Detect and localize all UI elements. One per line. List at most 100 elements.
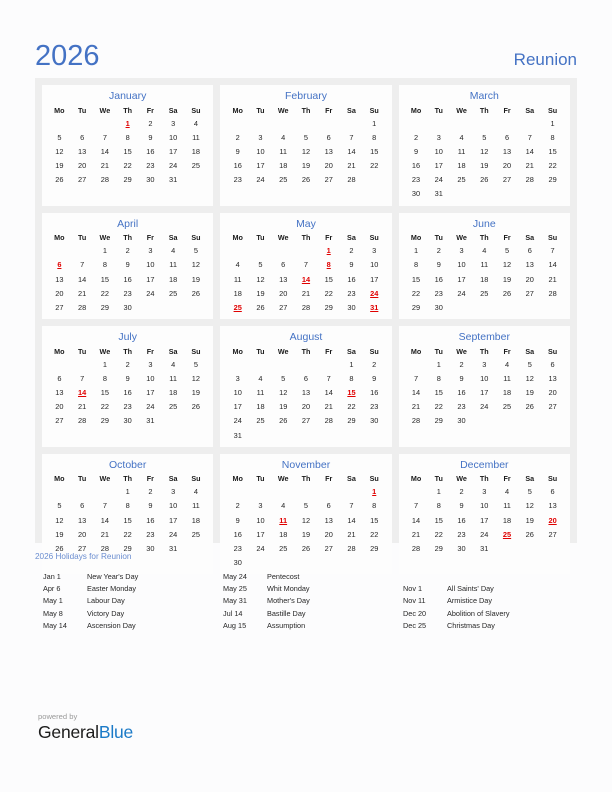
day-cell[interactable]: 25 xyxy=(185,528,208,542)
day-cell[interactable]: 8 xyxy=(427,372,450,386)
day-cell[interactable]: 14 xyxy=(94,514,117,528)
day-cell[interactable]: 5 xyxy=(518,358,541,372)
day-cell[interactable]: 17 xyxy=(162,514,185,528)
day-cell[interactable]: 23 xyxy=(427,287,450,301)
day-cell[interactable]: 18 xyxy=(272,159,295,173)
day-cell[interactable]: 2 xyxy=(405,131,428,145)
day-cell[interactable]: 2 xyxy=(116,244,139,258)
day-cell[interactable]: 31 xyxy=(162,542,185,556)
day-cell[interactable]: 20 xyxy=(272,287,295,301)
day-cell[interactable]: 14 xyxy=(405,386,428,400)
day-cell[interactable]: 7 xyxy=(340,131,363,145)
day-cell[interactable]: 23 xyxy=(139,528,162,542)
day-cell[interactable]: 19 xyxy=(185,386,208,400)
day-cell[interactable]: 26 xyxy=(295,542,318,556)
day-cell[interactable]: 25 xyxy=(272,542,295,556)
day-cell[interactable]: 28 xyxy=(317,414,340,428)
day-cell[interactable]: 1 xyxy=(427,485,450,499)
day-cell[interactable]: 20 xyxy=(518,273,541,287)
day-cell[interactable]: 10 xyxy=(473,372,496,386)
day-cell[interactable]: 2 xyxy=(340,244,363,258)
day-cell[interactable]: 1 xyxy=(363,117,386,131)
day-cell[interactable]: 5 xyxy=(518,485,541,499)
day-cell[interactable]: 4 xyxy=(185,485,208,499)
day-cell[interactable]: 13 xyxy=(71,145,94,159)
day-cell[interactable]: 15 xyxy=(94,273,117,287)
day-cell-holiday[interactable]: 31 xyxy=(363,301,386,315)
day-cell[interactable]: 8 xyxy=(363,131,386,145)
day-cell[interactable]: 27 xyxy=(541,400,564,414)
day-cell[interactable]: 2 xyxy=(363,358,386,372)
day-cell[interactable]: 30 xyxy=(450,414,473,428)
day-cell[interactable]: 13 xyxy=(496,145,519,159)
day-cell[interactable]: 1 xyxy=(116,485,139,499)
day-cell[interactable]: 28 xyxy=(340,173,363,187)
day-cell[interactable]: 21 xyxy=(518,159,541,173)
day-cell[interactable]: 27 xyxy=(295,414,318,428)
day-cell[interactable]: 30 xyxy=(116,414,139,428)
day-cell[interactable]: 19 xyxy=(496,273,519,287)
day-cell[interactable]: 14 xyxy=(340,514,363,528)
day-cell[interactable]: 11 xyxy=(496,499,519,513)
day-cell[interactable]: 17 xyxy=(162,145,185,159)
day-cell[interactable]: 23 xyxy=(116,400,139,414)
day-cell[interactable]: 27 xyxy=(541,528,564,542)
day-cell[interactable]: 25 xyxy=(272,173,295,187)
day-cell[interactable]: 15 xyxy=(116,145,139,159)
day-cell[interactable]: 30 xyxy=(226,556,249,570)
day-cell[interactable]: 3 xyxy=(427,131,450,145)
day-cell[interactable]: 24 xyxy=(473,400,496,414)
day-cell[interactable]: 4 xyxy=(249,372,272,386)
day-cell[interactable]: 21 xyxy=(71,287,94,301)
day-cell[interactable]: 14 xyxy=(518,145,541,159)
day-cell[interactable]: 19 xyxy=(518,386,541,400)
day-cell[interactable]: 26 xyxy=(518,528,541,542)
day-cell[interactable]: 17 xyxy=(363,273,386,287)
day-cell[interactable]: 6 xyxy=(496,131,519,145)
day-cell[interactable]: 27 xyxy=(518,287,541,301)
day-cell[interactable]: 11 xyxy=(226,273,249,287)
day-cell[interactable]: 2 xyxy=(450,485,473,499)
day-cell[interactable]: 26 xyxy=(272,414,295,428)
day-cell[interactable]: 14 xyxy=(541,258,564,272)
day-cell[interactable]: 11 xyxy=(496,372,519,386)
day-cell[interactable]: 19 xyxy=(185,273,208,287)
day-cell[interactable]: 16 xyxy=(340,273,363,287)
day-cell[interactable]: 18 xyxy=(272,528,295,542)
day-cell[interactable]: 3 xyxy=(450,244,473,258)
day-cell[interactable]: 28 xyxy=(71,301,94,315)
day-cell[interactable]: 5 xyxy=(48,499,71,513)
day-cell[interactable]: 13 xyxy=(272,273,295,287)
day-cell[interactable]: 27 xyxy=(317,542,340,556)
day-cell[interactable]: 29 xyxy=(363,542,386,556)
day-cell-holiday[interactable]: 1 xyxy=(363,485,386,499)
day-cell[interactable]: 22 xyxy=(427,400,450,414)
day-cell[interactable]: 7 xyxy=(94,499,117,513)
day-cell[interactable]: 28 xyxy=(518,173,541,187)
day-cell[interactable]: 22 xyxy=(427,528,450,542)
day-cell[interactable]: 16 xyxy=(226,528,249,542)
day-cell[interactable]: 30 xyxy=(405,187,428,201)
day-cell[interactable]: 16 xyxy=(139,514,162,528)
day-cell[interactable]: 18 xyxy=(162,386,185,400)
day-cell[interactable]: 28 xyxy=(295,301,318,315)
day-cell[interactable]: 3 xyxy=(473,358,496,372)
day-cell[interactable]: 26 xyxy=(496,287,519,301)
day-cell[interactable]: 27 xyxy=(48,414,71,428)
day-cell[interactable]: 3 xyxy=(226,372,249,386)
day-cell[interactable]: 7 xyxy=(71,258,94,272)
day-cell[interactable]: 9 xyxy=(363,372,386,386)
day-cell[interactable]: 6 xyxy=(541,358,564,372)
day-cell[interactable]: 7 xyxy=(295,258,318,272)
day-cell-holiday[interactable]: 25 xyxy=(496,528,519,542)
day-cell[interactable]: 23 xyxy=(226,173,249,187)
day-cell-holiday[interactable]: 1 xyxy=(317,244,340,258)
day-cell-holiday[interactable]: 14 xyxy=(295,273,318,287)
day-cell[interactable]: 5 xyxy=(295,131,318,145)
day-cell[interactable]: 11 xyxy=(162,372,185,386)
day-cell[interactable]: 28 xyxy=(94,173,117,187)
day-cell[interactable]: 9 xyxy=(450,499,473,513)
day-cell[interactable]: 9 xyxy=(427,258,450,272)
day-cell[interactable]: 21 xyxy=(340,159,363,173)
day-cell[interactable]: 30 xyxy=(450,542,473,556)
